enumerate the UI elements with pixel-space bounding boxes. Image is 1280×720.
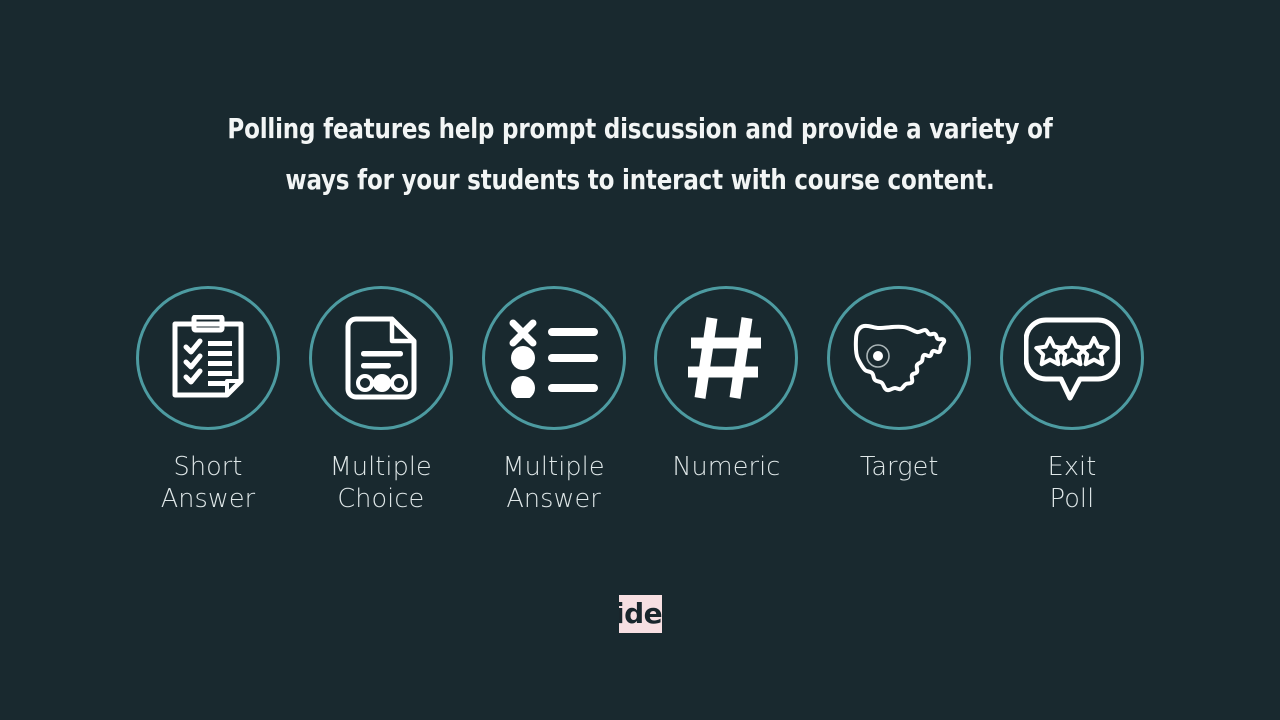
poll-type-label-exit-poll: Exit Poll — [1047, 452, 1097, 514]
clipboard-checklist-icon — [169, 315, 247, 401]
hash-icon — [685, 315, 767, 401]
slide-canvas: Polling features help prompt discussion … — [0, 0, 1280, 720]
icon-circle-target — [827, 286, 972, 430]
headline-line-1: Polling features help prompt discussion … — [227, 113, 1053, 145]
poll-type-target[interactable]: Target — [827, 286, 972, 483]
poll-type-list: Short Answer Multiple Choice Multiple An… — [136, 286, 1144, 515]
checklist-x-bullets-icon — [508, 318, 600, 398]
us-map-target-icon — [847, 318, 951, 398]
logo-text: ide — [619, 597, 662, 630]
poll-type-label-multiple-answer: Multiple Answer — [502, 452, 605, 514]
poll-type-numeric[interactable]: Numeric — [654, 286, 799, 483]
logo: ide — [619, 595, 662, 633]
page-title: Polling features help prompt discussion … — [212, 104, 1068, 206]
poll-type-label-short-answer: Short Answer — [160, 452, 256, 514]
speech-bubble-stars-icon — [1023, 314, 1120, 402]
icon-circle-short-answer — [136, 286, 280, 430]
poll-type-label-multiple-choice: Multiple Choice — [329, 452, 432, 514]
document-options-icon — [342, 315, 420, 401]
poll-type-label-numeric: Numeric — [672, 452, 781, 482]
poll-type-short-answer[interactable]: Short Answer — [136, 286, 280, 515]
poll-type-label-target: Target — [859, 452, 939, 482]
poll-type-exit-poll[interactable]: Exit Poll — [999, 286, 1144, 515]
icon-circle-numeric — [654, 286, 799, 430]
icon-circle-multiple-choice — [308, 286, 453, 430]
headline-line-2: ways for your students to interact with … — [285, 164, 995, 196]
icon-circle-exit-poll — [999, 286, 1144, 430]
icon-circle-multiple-answer — [481, 286, 626, 430]
poll-type-multiple-choice[interactable]: Multiple Choice — [308, 286, 453, 515]
poll-type-multiple-answer[interactable]: Multiple Answer — [481, 286, 626, 515]
